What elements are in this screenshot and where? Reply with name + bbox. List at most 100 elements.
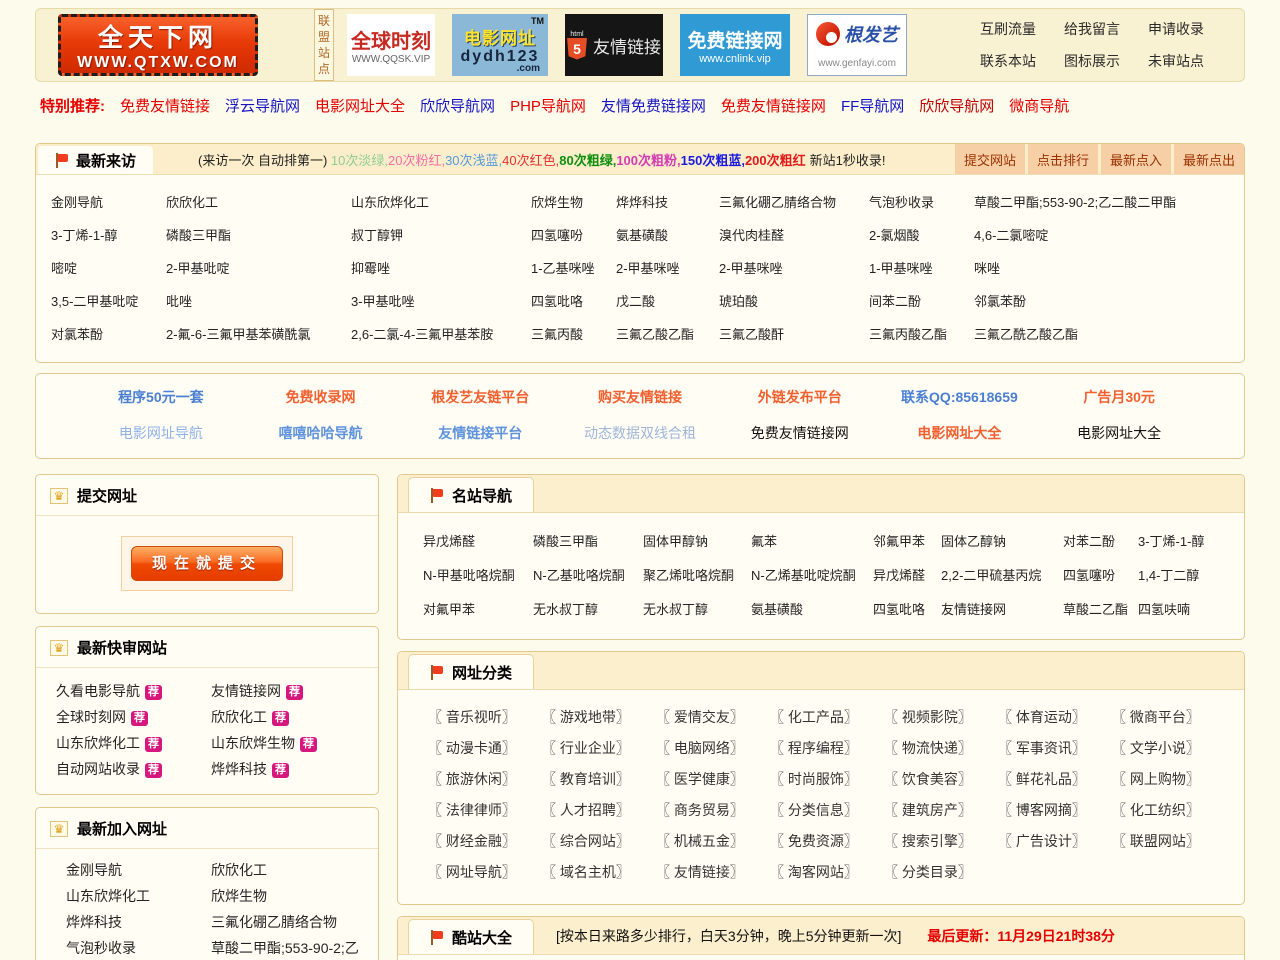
visitor-link[interactable]: 3-甲基吡唑	[351, 291, 531, 310]
visitor-link[interactable]: 山东欣烨化工	[351, 192, 531, 211]
visitor-link[interactable]: 烨烨科技	[616, 192, 719, 211]
site-link[interactable]: 对苯二酚	[1063, 531, 1138, 550]
site-link[interactable]: 山东欣烨化工	[56, 735, 140, 751]
category-link[interactable]: 〖 动漫卡通〗	[428, 733, 542, 764]
submit-site-button[interactable]: 提交网站	[955, 144, 1025, 174]
site-link[interactable]: 异戊烯醛	[423, 531, 533, 550]
banner-html5[interactable]: html 5 友情链接	[565, 14, 663, 76]
banner-dydh[interactable]: TM 电影网址 dydh123 .com	[452, 14, 548, 76]
visitor-link[interactable]: 3-丁烯-1-醇	[51, 225, 166, 244]
visitor-link[interactable]: 磷酸三甲酯	[166, 225, 351, 244]
site-link[interactable]: 无水叔丁醇	[643, 599, 751, 618]
visitor-link[interactable]: 抑霉唑	[351, 258, 531, 277]
recommend-link[interactable]: FF导航网	[841, 95, 904, 116]
recommend-link[interactable]: 免费友情链接网	[721, 95, 826, 116]
ad-link[interactable]: 电影网址大全	[880, 423, 1040, 443]
site-link[interactable]: 磷酸三甲酯	[533, 531, 643, 550]
category-link[interactable]: 〖 网址导航〗	[428, 857, 542, 888]
recommend-link[interactable]: 免费友情链接	[120, 95, 210, 116]
category-link[interactable]: 〖 电脑网络〗	[656, 733, 770, 764]
visitor-link[interactable]: 3,5-二甲基吡啶	[51, 291, 166, 310]
visitor-link[interactable]: 气泡秒收录	[869, 192, 974, 211]
category-link[interactable]: 〖 爱情交友〗	[656, 702, 770, 733]
category-link[interactable]: 〖 行业企业〗	[542, 733, 656, 764]
visitor-link[interactable]: 4,6-二氯嘧啶	[974, 225, 1244, 244]
site-link[interactable]: 烨烨科技	[66, 909, 211, 935]
visitor-link[interactable]: 戊二酸	[616, 291, 719, 310]
category-link[interactable]: 〖 音乐视听〗	[428, 702, 542, 733]
category-link[interactable]: 〖 免费资源〗	[770, 826, 884, 857]
latest-in-button[interactable]: 最新点入	[1101, 144, 1171, 174]
ad-link[interactable]: 程序50元一套	[81, 387, 241, 407]
category-link[interactable]: 〖 体育运动〗	[998, 702, 1112, 733]
visitor-link[interactable]: 间苯二酚	[869, 291, 974, 310]
category-link[interactable]: 〖 法律律师〗	[428, 795, 542, 826]
site-link[interactable]: 固体乙醇钠	[941, 531, 1063, 550]
ad-link[interactable]: 免费收录网	[241, 387, 401, 407]
category-link[interactable]: 〖 旅游休闲〗	[428, 764, 542, 795]
site-link[interactable]: 全球时刻网	[56, 709, 126, 725]
category-link[interactable]: 〖 淘客网站〗	[770, 857, 884, 888]
visitor-link[interactable]: 金刚导航	[51, 192, 166, 211]
site-link[interactable]: 友情链接网	[211, 683, 281, 699]
nav-traffic-exchange[interactable]: 互刷流量	[980, 19, 1036, 39]
visitor-link[interactable]: 对氯苯酚	[51, 324, 166, 343]
site-link[interactable]: 山东欣烨化工	[66, 883, 211, 909]
visitor-link[interactable]: 咪唑	[974, 258, 1244, 277]
site-link[interactable]: 无水叔丁醇	[533, 599, 643, 618]
site-link[interactable]: 欣欣化工	[211, 709, 267, 725]
site-link[interactable]: 烨烨科技	[211, 761, 267, 777]
recommend-link[interactable]: 友情免费链接网	[601, 95, 706, 116]
category-link[interactable]: 〖 化工产品〗	[770, 702, 884, 733]
site-logo[interactable]: 全天下网 WWW.QTXW.COM	[58, 14, 258, 76]
visitor-link[interactable]: 2-氟-6-三氟甲基苯磺酰氯	[166, 324, 351, 343]
nav-contact-site[interactable]: 联系本站	[980, 51, 1036, 71]
site-link[interactable]: 固体甲醇钠	[643, 531, 751, 550]
category-link[interactable]: 〖 综合网站〗	[542, 826, 656, 857]
site-link[interactable]: 气泡秒收录	[66, 935, 211, 960]
nav-unreviewed-sites[interactable]: 未审站点	[1148, 51, 1204, 71]
visitor-link[interactable]: 三氟丙酸	[531, 324, 616, 343]
site-link[interactable]: 草酸二甲酯;553-90-2;乙二酸二甲酯	[211, 935, 370, 960]
recommend-link[interactable]: 浮云导航网	[225, 95, 300, 116]
nav-icon-display[interactable]: 图标展示	[1064, 51, 1120, 71]
ad-link[interactable]: 购买友情链接	[560, 387, 720, 407]
ad-link[interactable]: 联系QQ:85618659	[880, 387, 1040, 407]
category-link[interactable]: 〖 化工纺织〗	[1112, 795, 1226, 826]
site-link[interactable]: 欣欣化工	[211, 857, 370, 883]
visitor-link[interactable]: 欣欣化工	[166, 192, 351, 211]
visitor-link[interactable]: 叔丁醇钾	[351, 225, 531, 244]
site-link[interactable]: 欣烨生物	[211, 883, 370, 909]
visitor-link[interactable]: 2-甲基咪唑	[719, 258, 869, 277]
category-link[interactable]: 〖 网上购物〗	[1112, 764, 1226, 795]
site-link[interactable]: 草酸二乙酯	[1063, 599, 1138, 618]
submit-now-button[interactable]: 现在就提交	[131, 546, 283, 581]
category-link[interactable]: 〖 机械五金〗	[656, 826, 770, 857]
ad-link[interactable]: 根发艺友链平台	[400, 387, 560, 407]
recommend-link[interactable]: 欣欣导航网	[919, 95, 994, 116]
site-link[interactable]: 氟苯	[751, 531, 873, 550]
recommend-link[interactable]: 欣欣导航网	[420, 95, 495, 116]
ad-link[interactable]: 免费友情链接网	[720, 423, 880, 443]
category-link[interactable]: 〖 友情链接〗	[656, 857, 770, 888]
visitor-link[interactable]: 2,6-二氯-4-三氟甲基苯胺	[351, 324, 531, 343]
site-link[interactable]: 异戊烯醛	[873, 565, 941, 584]
visitor-link[interactable]: 三氟乙酸酐	[719, 324, 869, 343]
visitor-link[interactable]: 琥珀酸	[719, 291, 869, 310]
site-link[interactable]: 聚乙烯吡咯烷酮	[643, 565, 751, 584]
nav-apply-inclusion[interactable]: 申请收录	[1148, 19, 1204, 39]
category-link[interactable]: 〖 时尚服饰〗	[770, 764, 884, 795]
site-link[interactable]: 3-丁烯-1-醇	[1138, 531, 1244, 550]
site-link[interactable]: 四氢吡咯	[873, 599, 941, 618]
site-link[interactable]: 邻氟甲苯	[873, 531, 941, 550]
banner-cnlink[interactable]: 免费链接网 www.cnlink.vip	[680, 14, 790, 76]
visitor-link[interactable]: 三氟丙酸乙酯	[869, 324, 974, 343]
recommend-link[interactable]: PHP导航网	[510, 95, 586, 116]
category-link[interactable]: 〖 分类目录〗	[884, 857, 998, 888]
site-link[interactable]: N-甲基吡咯烷酮	[423, 565, 533, 584]
category-link[interactable]: 〖 商务贸易〗	[656, 795, 770, 826]
category-link[interactable]: 〖 域名主机〗	[542, 857, 656, 888]
site-link[interactable]: 1,4-丁二醇	[1138, 565, 1244, 584]
site-link[interactable]: 2,2-二甲硫基丙烷	[941, 565, 1063, 584]
alliance-sites-label[interactable]: 联盟站点	[314, 9, 334, 81]
